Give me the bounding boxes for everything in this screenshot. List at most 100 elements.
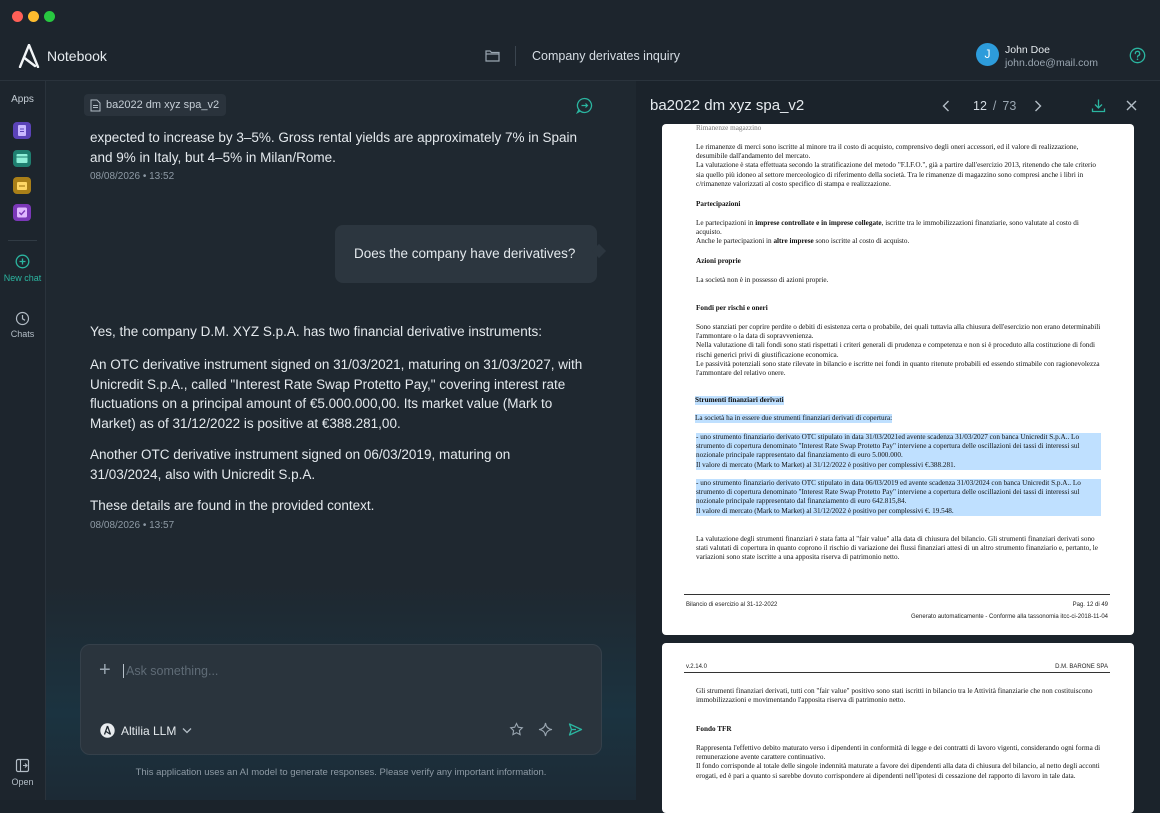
answer-item-2: Another OTC derivative instrument signed… [90, 447, 511, 482]
sidebar-divider [8, 240, 37, 241]
answer-item-1: An OTC derivative instrument signed on 3… [90, 357, 583, 431]
app-icon-archive[interactable] [13, 177, 31, 194]
page-text: Rappresenta l'effettivo debito maturato … [696, 744, 1101, 762]
current-page-number[interactable]: 12 [973, 99, 987, 113]
next-page-button[interactable] [1034, 100, 1042, 112]
user-message: Does the company have derivatives? [335, 225, 597, 283]
page-paragraph: Le rimanenze di merci sono iscritte al m… [696, 143, 1101, 189]
pdf-page: v.2.14.0 D.M. BARONE SPA Gli strumenti f… [662, 643, 1134, 813]
header-rule [684, 672, 1110, 673]
chats-button[interactable]: Chats [0, 329, 45, 339]
highlighted-text: Il valore di mercato (Mark to Market) al… [696, 506, 1101, 516]
highlighted-text: Il valore di mercato (Mark to Market) al… [696, 460, 1101, 470]
model-selector[interactable]: Altilia LLM [100, 723, 192, 738]
model-logo-icon [100, 723, 115, 738]
source-document-chip[interactable]: ba2022 dm xyz spa_v2 [84, 94, 227, 116]
open-button[interactable]: Open [0, 777, 45, 787]
chat-panel: ba2022 dm xyz spa_v2 expected to increas… [46, 81, 636, 800]
history-icon[interactable] [15, 311, 30, 326]
new-chat-button[interactable]: New chat [0, 273, 45, 283]
new-chat-icon[interactable] [15, 254, 30, 269]
open-panel-icon[interactable] [15, 758, 30, 773]
document-icon [90, 99, 101, 111]
page-heading: Fondi per rischi e oneri [696, 304, 768, 312]
highlighted-paragraph: - uno strumento finanziario derivato OTC… [696, 479, 1101, 516]
messages-list: expected to increase by 3–5%. Gross rent… [46, 121, 636, 626]
highlighted-text: - uno strumento finanziario derivato OTC… [696, 433, 1101, 461]
app-header: Notebook Company derivates inquiry J Joh… [0, 32, 1160, 81]
pdf-page: Rimanenze magazzino Le rimanenze di merc… [662, 124, 1134, 635]
chat-input-box[interactable]: + Ask something... Altilia LLM [80, 644, 602, 755]
page-text-cut: Rimanenze magazzino [696, 124, 762, 132]
sidebar: Apps New chat Chats Open [0, 81, 46, 800]
notebook-title[interactable]: Company derivates inquiry [532, 49, 680, 63]
minimize-window-button[interactable] [28, 11, 39, 22]
app-logo-icon [18, 44, 40, 68]
page-footer-right: Pag. 12 di 49 [1072, 602, 1108, 608]
page-heading: Partecipazioni [696, 200, 741, 208]
page-indicator: 12 / 73 [973, 99, 1016, 113]
window-titlebar [0, 0, 1160, 32]
download-icon[interactable] [1091, 98, 1106, 113]
page-text: La società non è in possesso di azioni p… [696, 276, 829, 284]
answer-timestamp: 08/08/2026 • 13:57 [90, 520, 175, 531]
page-text: Le passività potenziali sono state rilev… [696, 359, 1100, 378]
page-text: Il fondo corrisponde al totale delle sin… [696, 762, 1100, 780]
message-timestamp: 08/08/2026 • 13:52 [90, 171, 175, 182]
page-paragraph: Le partecipazioni in imprese controllate… [696, 219, 1101, 247]
page-paragraph: Rappresenta l'effettivo debito maturato … [696, 744, 1101, 781]
document-viewer: ba2022 dm xyz spa_v2 12 / 73 Rimanenze m… [637, 81, 1160, 813]
chevron-down-icon [182, 728, 192, 734]
header-divider [515, 46, 516, 66]
highlighted-paragraph: - uno strumento finanziario derivato OTC… [696, 433, 1101, 470]
page-text: Gli strumenti finanziari derivati, tutti… [696, 687, 1093, 705]
highlighted-text: - uno strumento finanziario derivato OTC… [696, 479, 1101, 507]
page-text: Le partecipazioni in imprese controllate… [696, 219, 1079, 237]
model-name: Altilia LLM [121, 723, 177, 738]
folder-icon[interactable] [485, 49, 500, 62]
page-heading: Azioni proprie [696, 257, 741, 265]
answer-intro: Yes, the company D.M. XYZ S.p.A. has two… [90, 324, 542, 339]
highlighted-text: La società ha in essere due strumenti fi… [695, 414, 893, 424]
user-email: john.doe@mail.com [1005, 57, 1098, 69]
close-icon[interactable] [1125, 99, 1138, 112]
page-header-left: v.2.14.0 [686, 664, 707, 670]
answer-outro: These details are found in the provided … [90, 498, 375, 513]
highlighted-heading: Strumenti finanziari derivati [695, 396, 784, 406]
total-pages: 73 [1002, 99, 1017, 113]
maximize-window-button[interactable] [44, 11, 55, 22]
page-separator: / [992, 99, 997, 113]
user-name: John Doe [1005, 44, 1050, 56]
send-icon[interactable] [568, 722, 583, 737]
assistant-message-partial: expected to increase by 3–5%. Gross rent… [90, 130, 578, 165]
page-heading: Fondo TFR [696, 725, 732, 733]
app-icon-documents[interactable] [13, 122, 31, 139]
app-name: Notebook [47, 48, 107, 64]
page-text: Le rimanenze di merci sono iscritte al m… [696, 143, 1079, 161]
page-paragraph: Sono stanziati per coprire perdite o deb… [696, 323, 1101, 378]
apps-label: Apps [11, 94, 34, 105]
document-viewer-title: ba2022 dm xyz spa_v2 [650, 97, 805, 114]
page-text: Anche le partecipazioni in altre imprese… [696, 237, 910, 246]
help-icon[interactable] [1129, 47, 1146, 64]
app-icon-tasks[interactable] [13, 204, 31, 221]
ai-disclaimer: This application uses an AI model to gen… [135, 767, 547, 778]
page-text: Nella valutazione di tali fondi sono sta… [696, 341, 1095, 359]
add-attachment-button[interactable]: + [99, 659, 111, 682]
chat-input[interactable]: Ask something... [126, 664, 218, 678]
previous-page-button[interactable] [942, 100, 950, 112]
source-document-name: ba2022 dm xyz spa_v2 [106, 99, 220, 111]
prompt-library-icon[interactable] [509, 722, 524, 737]
page-text: La valutazione degli strumenti finanziar… [696, 535, 1098, 562]
app-icon-data[interactable] [13, 150, 31, 167]
sparkle-icon[interactable] [538, 722, 553, 737]
page-footer-sub: Generato automaticamente - Conforme alla… [911, 614, 1108, 620]
close-window-button[interactable] [12, 11, 23, 22]
chat-bubble-icon[interactable] [576, 97, 593, 114]
page-text: Sono stanziati per coprire perdite o deb… [696, 323, 1101, 341]
text-cursor [123, 664, 124, 678]
page-header-right: D.M. BARONE SPA [1055, 664, 1108, 670]
page-text: La valutazione è stata effettuata second… [696, 161, 1097, 188]
avatar[interactable]: J [976, 43, 999, 66]
page-footer-left: Bilancio di esercizio al 31-12-2022 [686, 602, 778, 608]
